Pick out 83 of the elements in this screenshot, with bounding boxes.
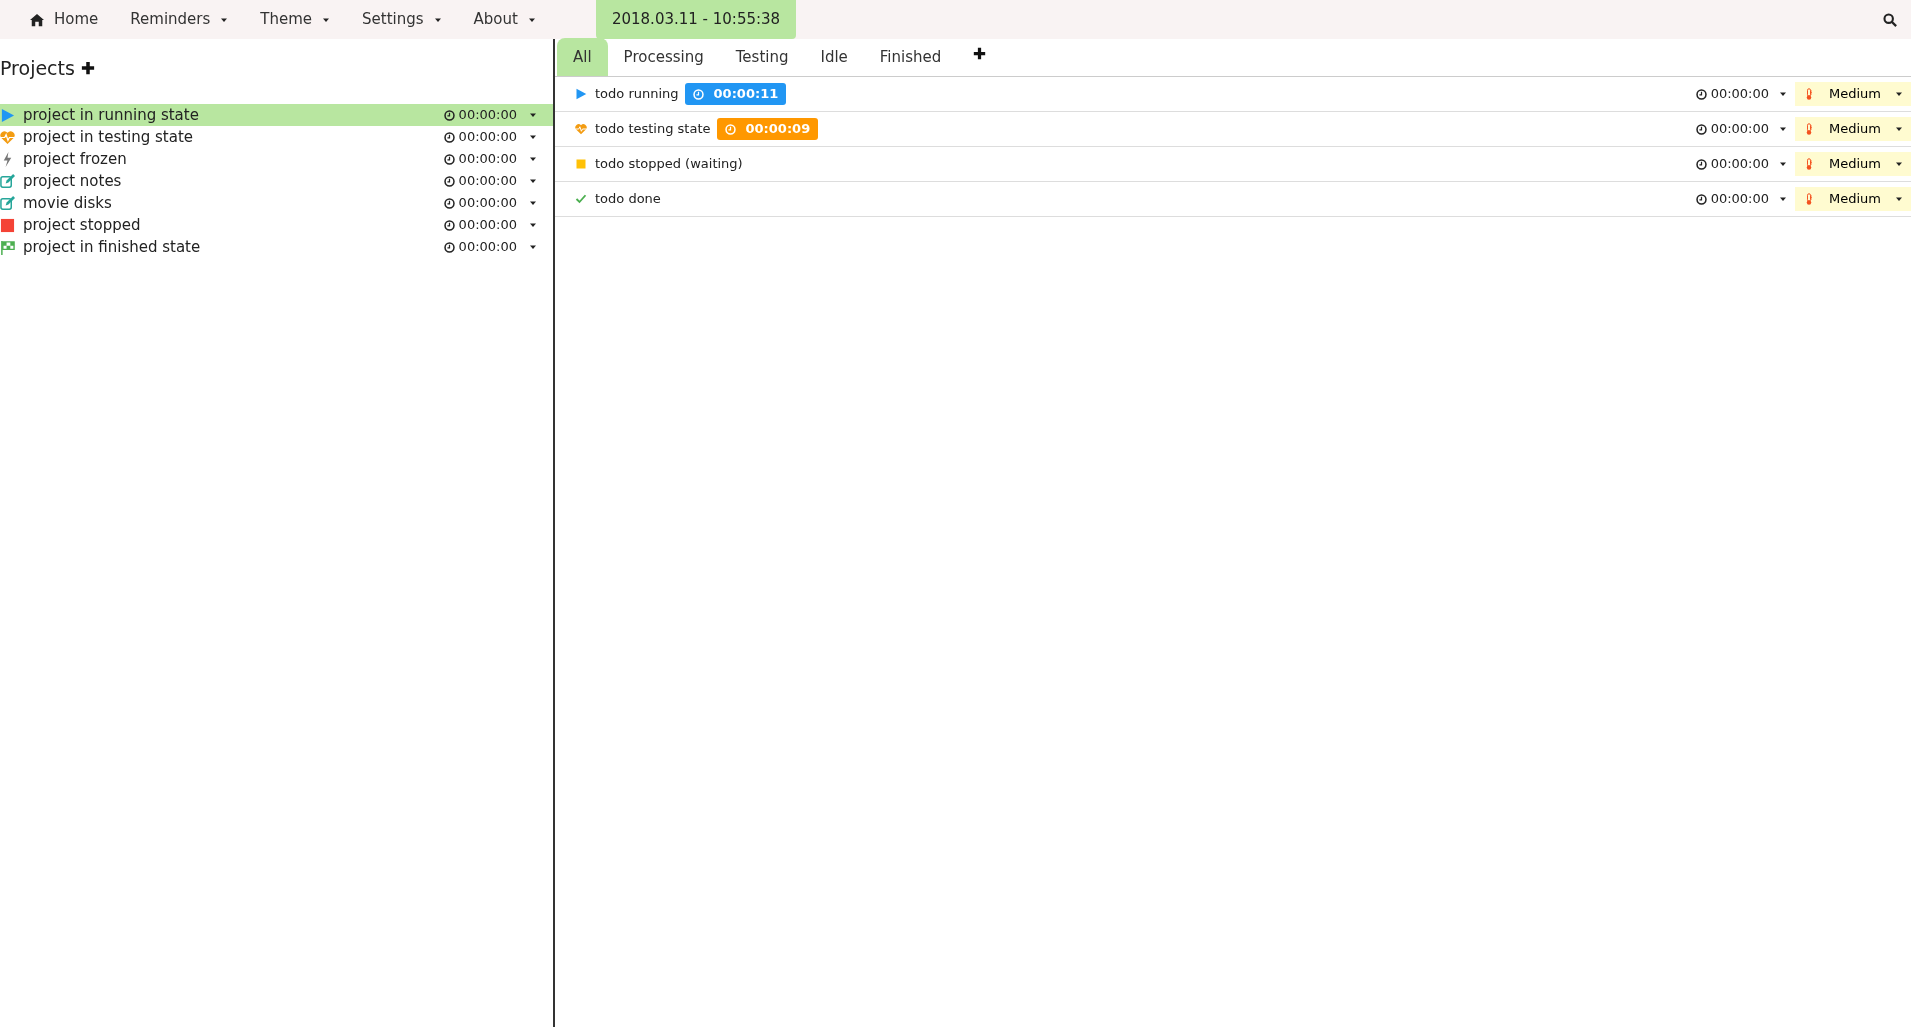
priority-dropdown[interactable]: Medium bbox=[1795, 82, 1911, 106]
priority-dropdown[interactable]: Medium bbox=[1795, 152, 1911, 176]
project-item[interactable]: movie disks 00:00:00 bbox=[0, 192, 553, 214]
time-value: 00:00:00 bbox=[1710, 155, 1769, 174]
caret-icon bbox=[529, 177, 537, 185]
edit-icon bbox=[0, 195, 15, 211]
nav-menu-item[interactable]: Theme bbox=[244, 0, 347, 39]
clock-icon bbox=[443, 131, 455, 143]
clock-icon bbox=[692, 88, 704, 100]
tab[interactable]: Finished bbox=[863, 37, 958, 76]
edit-icon bbox=[0, 173, 15, 189]
todo-title: todo done bbox=[595, 190, 661, 209]
caret-icon bbox=[529, 243, 537, 251]
caret-icon bbox=[1779, 90, 1787, 98]
project-item[interactable]: project in testing state 00:00:00 bbox=[0, 126, 553, 148]
panel-title: Projects bbox=[0, 55, 75, 81]
clock-icon bbox=[1695, 158, 1707, 170]
clock-icon bbox=[443, 153, 455, 165]
tab[interactable]: Testing bbox=[719, 37, 805, 76]
caret-icon bbox=[1779, 195, 1787, 203]
clock-icon bbox=[443, 109, 455, 121]
caret-icon bbox=[1895, 160, 1903, 168]
project-item[interactable]: project stopped 00:00:00 bbox=[0, 214, 553, 236]
clock-icon bbox=[443, 241, 455, 253]
caret-icon bbox=[529, 155, 537, 163]
caret-icon bbox=[1895, 195, 1903, 203]
time-value: 00:00:00 bbox=[458, 150, 517, 169]
plus-icon bbox=[973, 46, 987, 60]
clock-icon bbox=[443, 175, 455, 187]
clock-icon bbox=[1695, 123, 1707, 135]
flag-icon bbox=[0, 239, 15, 255]
add-project-button[interactable] bbox=[80, 61, 95, 75]
clock-icon bbox=[1695, 193, 1707, 205]
tab[interactable]: Processing bbox=[607, 37, 720, 76]
project-item[interactable]: project in running state 00:00:00 bbox=[0, 104, 553, 126]
search-icon bbox=[1883, 12, 1897, 27]
clock-icon bbox=[1695, 88, 1707, 100]
caret-icon bbox=[1895, 90, 1903, 98]
home-icon bbox=[30, 12, 44, 27]
nav-menu-item[interactable]: Settings bbox=[346, 0, 458, 39]
heartbeat-icon bbox=[0, 129, 15, 145]
caret-icon bbox=[529, 221, 537, 229]
time-value: 00:00:00 bbox=[458, 106, 517, 125]
play-icon bbox=[575, 88, 587, 100]
tab[interactable]: All bbox=[557, 37, 608, 76]
nav-menu-item[interactable]: Reminders bbox=[114, 0, 245, 39]
project-item[interactable]: project frozen 00:00:00 bbox=[0, 148, 553, 170]
clock-icon bbox=[443, 219, 455, 231]
time-value: 00:00:00 bbox=[458, 238, 517, 257]
timer-badge: 00:00:09 bbox=[716, 118, 819, 140]
clock-icon bbox=[724, 123, 736, 135]
project-item[interactable]: project notes 00:00:00 bbox=[0, 170, 553, 192]
caret-icon bbox=[529, 133, 537, 141]
time-value: 00:00:00 bbox=[1710, 85, 1769, 104]
time-value: 00:00:00 bbox=[458, 216, 517, 235]
time-value: 00:00:00 bbox=[458, 172, 517, 191]
square-icon bbox=[575, 158, 587, 170]
project-item[interactable]: project in finished state 00:00:00 bbox=[0, 236, 553, 258]
clock-display: 2018.03.11 - 10:55:38 bbox=[595, 0, 797, 39]
todo-title: todo stopped (waiting) bbox=[595, 155, 743, 174]
caret-icon bbox=[1779, 160, 1787, 168]
time-value: 00:00:00 bbox=[458, 128, 517, 147]
caret-icon bbox=[1779, 125, 1787, 133]
todo-title: todo testing state bbox=[595, 120, 711, 139]
tab[interactable]: Idle bbox=[804, 37, 864, 76]
caret-icon bbox=[1895, 125, 1903, 133]
nav-menu-item[interactable]: About bbox=[457, 0, 552, 39]
play-icon bbox=[0, 107, 15, 123]
check-icon bbox=[575, 193, 587, 205]
timer-badge: 00:00:11 bbox=[684, 83, 787, 105]
time-value: 00:00:00 bbox=[458, 194, 517, 213]
home-link[interactable]: Home bbox=[14, 0, 115, 39]
plus-icon bbox=[80, 61, 95, 75]
priority-dropdown[interactable]: Medium bbox=[1795, 117, 1911, 141]
priority-dropdown[interactable]: Medium bbox=[1795, 187, 1911, 211]
todo-title: todo running bbox=[595, 85, 679, 104]
stop-icon bbox=[0, 217, 15, 233]
time-value: 00:00:00 bbox=[1710, 120, 1769, 139]
caret-icon bbox=[529, 111, 537, 119]
time-value: 00:00:00 bbox=[1710, 190, 1769, 209]
heartbeat-icon bbox=[575, 123, 587, 135]
caret-icon bbox=[529, 199, 537, 207]
clock-icon bbox=[443, 197, 455, 209]
